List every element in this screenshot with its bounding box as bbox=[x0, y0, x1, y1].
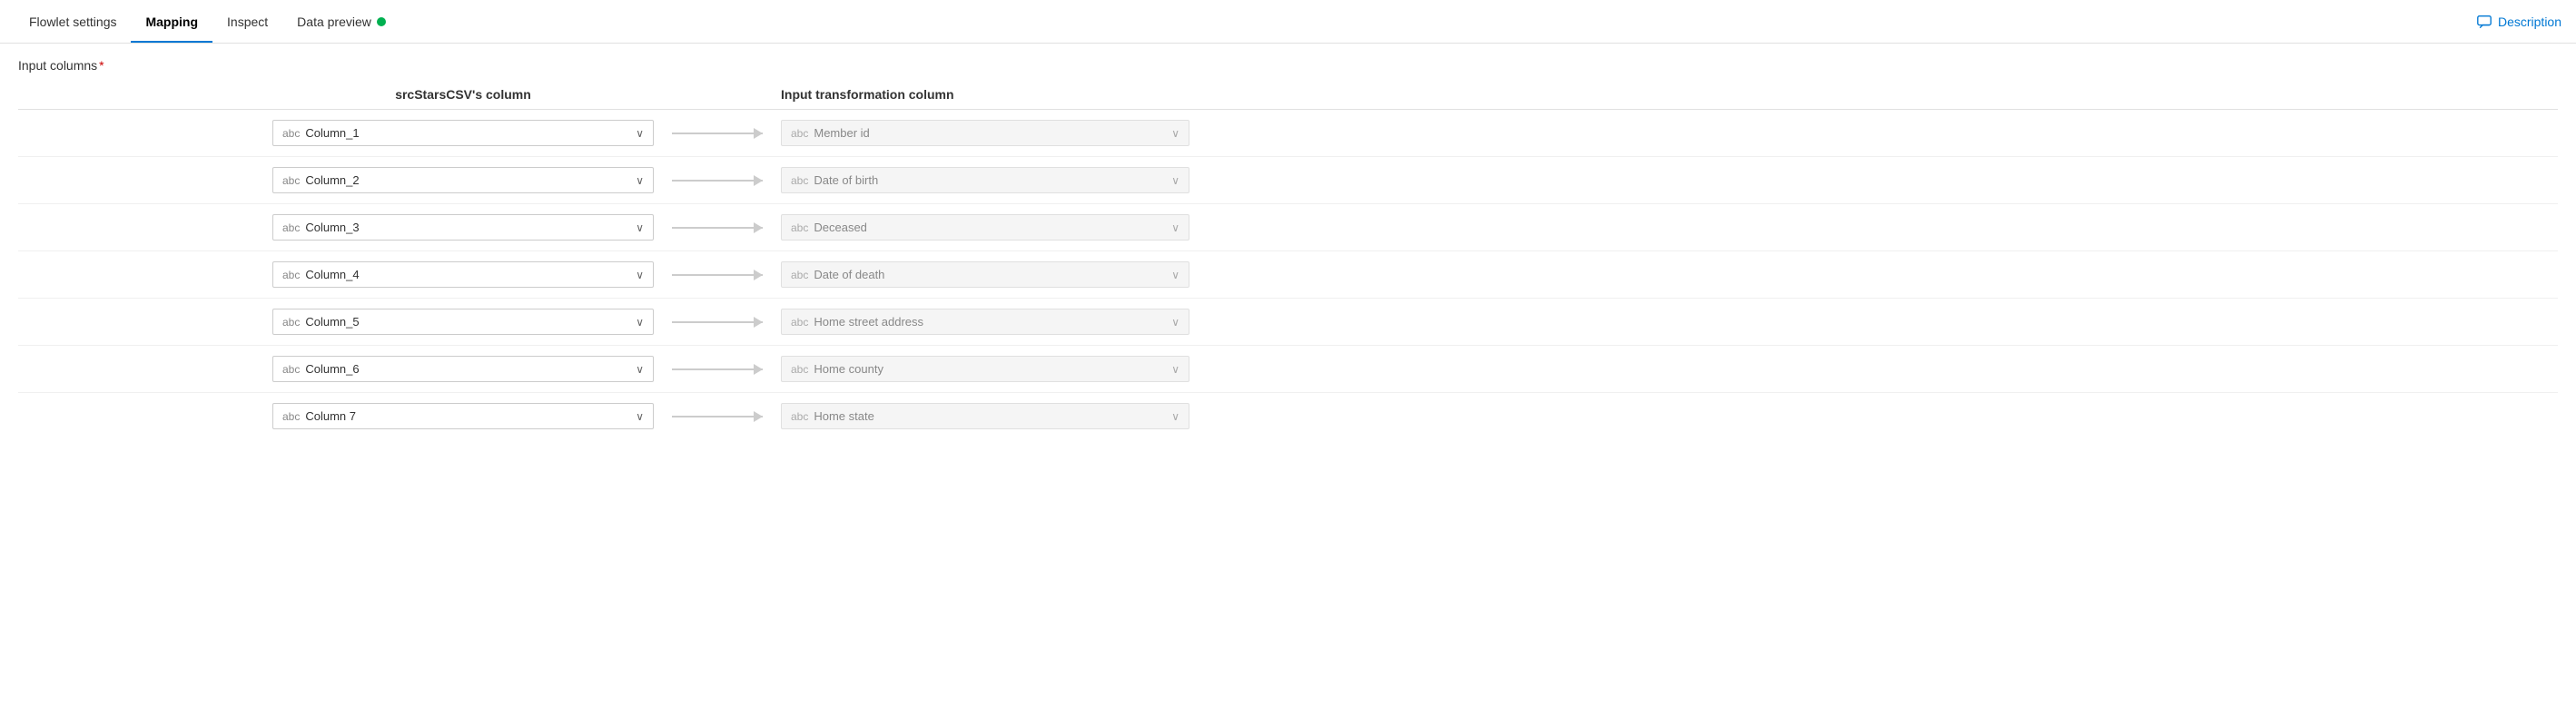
mapping-row: abc Column_3 ∨ abc Deceased ∨ bbox=[18, 203, 2558, 250]
target-col-name-1: Date of birth bbox=[814, 173, 1171, 187]
input-columns-label: Input columns* bbox=[18, 58, 2558, 73]
target-col-name-5: Home county bbox=[814, 362, 1171, 376]
abc-label-src-2: abc bbox=[282, 221, 300, 234]
arrow-3 bbox=[654, 274, 781, 276]
abc-label-src-0: abc bbox=[282, 127, 300, 140]
chevron-down-icon-src-1: ∨ bbox=[636, 174, 644, 187]
src-dropdown-3[interactable]: abc Column_4 ∨ bbox=[272, 261, 654, 288]
chevron-down-icon-src-2: ∨ bbox=[636, 221, 644, 234]
chevron-down-icon-target-3: ∨ bbox=[1171, 269, 1179, 281]
src-col-name-0: Column_1 bbox=[305, 126, 636, 140]
abc-label-target-5: abc bbox=[791, 363, 808, 376]
arrow-0 bbox=[654, 133, 781, 134]
src-col-name-1: Column_2 bbox=[305, 173, 636, 187]
arrow-4 bbox=[654, 321, 781, 323]
chevron-down-icon-target-2: ∨ bbox=[1171, 221, 1179, 234]
mapping-row: abc Column_6 ∨ abc Home county ∨ bbox=[18, 345, 2558, 392]
arrow-line-4 bbox=[672, 321, 763, 323]
src-dropdown-2[interactable]: abc Column_3 ∨ bbox=[272, 214, 654, 241]
arrow-line-5 bbox=[672, 368, 763, 370]
abc-label-src-5: abc bbox=[282, 363, 300, 376]
description-button[interactable]: Description bbox=[2476, 14, 2561, 30]
arrow-line-6 bbox=[672, 416, 763, 417]
target-dropdown-6[interactable]: abc Home state ∨ bbox=[781, 403, 1189, 429]
abc-label-src-3: abc bbox=[282, 269, 300, 281]
mapping-row: abc Column_5 ∨ abc Home street address ∨ bbox=[18, 298, 2558, 345]
abc-label-target-2: abc bbox=[791, 221, 808, 234]
comment-icon bbox=[2476, 14, 2492, 30]
target-dropdown-2[interactable]: abc Deceased ∨ bbox=[781, 214, 1189, 241]
target-dropdown-4[interactable]: abc Home street address ∨ bbox=[781, 309, 1189, 335]
src-dropdown-1[interactable]: abc Column_2 ∨ bbox=[272, 167, 654, 193]
chevron-down-icon-src-0: ∨ bbox=[636, 127, 644, 140]
arrow-line-2 bbox=[672, 227, 763, 229]
tab-inspect[interactable]: Inspect bbox=[212, 2, 282, 42]
src-col-name-3: Column_4 bbox=[305, 268, 636, 281]
chevron-down-icon-target-6: ∨ bbox=[1171, 410, 1179, 423]
required-star: * bbox=[99, 58, 104, 73]
tab-data-preview[interactable]: Data preview bbox=[282, 2, 400, 42]
abc-label-src-1: abc bbox=[282, 174, 300, 187]
arrow-line-1 bbox=[672, 180, 763, 182]
target-dropdown-3[interactable]: abc Date of death ∨ bbox=[781, 261, 1189, 288]
abc-label-target-1: abc bbox=[791, 174, 808, 187]
mapping-rows-container: abc Column_1 ∨ abc Member id ∨ abc Colum… bbox=[18, 109, 2558, 439]
src-col-name-4: Column_5 bbox=[305, 315, 636, 329]
src-dropdown-0[interactable]: abc Column_1 ∨ bbox=[272, 120, 654, 146]
mapping-row: abc Column_2 ∨ abc Date of birth ∨ bbox=[18, 156, 2558, 203]
abc-label-target-0: abc bbox=[791, 127, 808, 140]
target-col-name-6: Home state bbox=[814, 409, 1171, 423]
src-col-name-5: Column_6 bbox=[305, 362, 636, 376]
target-dropdown-1[interactable]: abc Date of birth ∨ bbox=[781, 167, 1189, 193]
arrow-2 bbox=[654, 227, 781, 229]
target-col-name-2: Deceased bbox=[814, 221, 1171, 234]
src-dropdown-4[interactable]: abc Column_5 ∨ bbox=[272, 309, 654, 335]
arrow-6 bbox=[654, 416, 781, 417]
target-dropdown-5[interactable]: abc Home county ∨ bbox=[781, 356, 1189, 382]
main-content: Input columns* srcStarsCSV's column Inpu… bbox=[0, 44, 2576, 454]
chevron-down-icon-target-1: ∨ bbox=[1171, 174, 1179, 187]
mapping-row: abc Column 7 ∨ abc Home state ∨ bbox=[18, 392, 2558, 439]
target-col-name-4: Home street address bbox=[814, 315, 1171, 329]
tab-flowlet-settings[interactable]: Flowlet settings bbox=[15, 2, 131, 42]
chevron-down-icon-target-4: ∨ bbox=[1171, 316, 1179, 329]
top-nav: Flowlet settings Mapping Inspect Data pr… bbox=[0, 0, 2576, 44]
chevron-down-icon-target-0: ∨ bbox=[1171, 127, 1179, 140]
target-dropdown-0[interactable]: abc Member id ∨ bbox=[781, 120, 1189, 146]
arrow-1 bbox=[654, 180, 781, 182]
tab-mapping[interactable]: Mapping bbox=[131, 2, 212, 42]
abc-label-src-4: abc bbox=[282, 316, 300, 329]
src-dropdown-6[interactable]: abc Column 7 ∨ bbox=[272, 403, 654, 429]
abc-label-src-6: abc bbox=[282, 410, 300, 423]
description-label: Description bbox=[2498, 15, 2561, 29]
src-dropdown-5[interactable]: abc Column_6 ∨ bbox=[272, 356, 654, 382]
target-col-name-3: Date of death bbox=[814, 268, 1171, 281]
mapping-row: abc Column_1 ∨ abc Member id ∨ bbox=[18, 109, 2558, 156]
abc-label-target-3: abc bbox=[791, 269, 808, 281]
target-col-name-0: Member id bbox=[814, 126, 1171, 140]
abc-label-target-4: abc bbox=[791, 316, 808, 329]
columns-header: srcStarsCSV's column Input transformatio… bbox=[18, 87, 2558, 102]
abc-label-target-6: abc bbox=[791, 410, 808, 423]
transform-column-header: Input transformation column bbox=[781, 87, 1189, 102]
chevron-down-icon-src-5: ∨ bbox=[636, 363, 644, 376]
mapping-row: abc Column_4 ∨ abc Date of death ∨ bbox=[18, 250, 2558, 298]
chevron-down-icon-src-4: ∨ bbox=[636, 316, 644, 329]
src-column-header: srcStarsCSV's column bbox=[272, 87, 654, 102]
chevron-down-icon-src-6: ∨ bbox=[636, 410, 644, 423]
data-preview-status-dot bbox=[377, 17, 386, 26]
chevron-down-icon-target-5: ∨ bbox=[1171, 363, 1179, 376]
arrow-5 bbox=[654, 368, 781, 370]
arrow-line-3 bbox=[672, 274, 763, 276]
src-col-name-2: Column_3 bbox=[305, 221, 636, 234]
chevron-down-icon-src-3: ∨ bbox=[636, 269, 644, 281]
arrow-line-0 bbox=[672, 133, 763, 134]
src-col-name-6: Column 7 bbox=[305, 409, 636, 423]
